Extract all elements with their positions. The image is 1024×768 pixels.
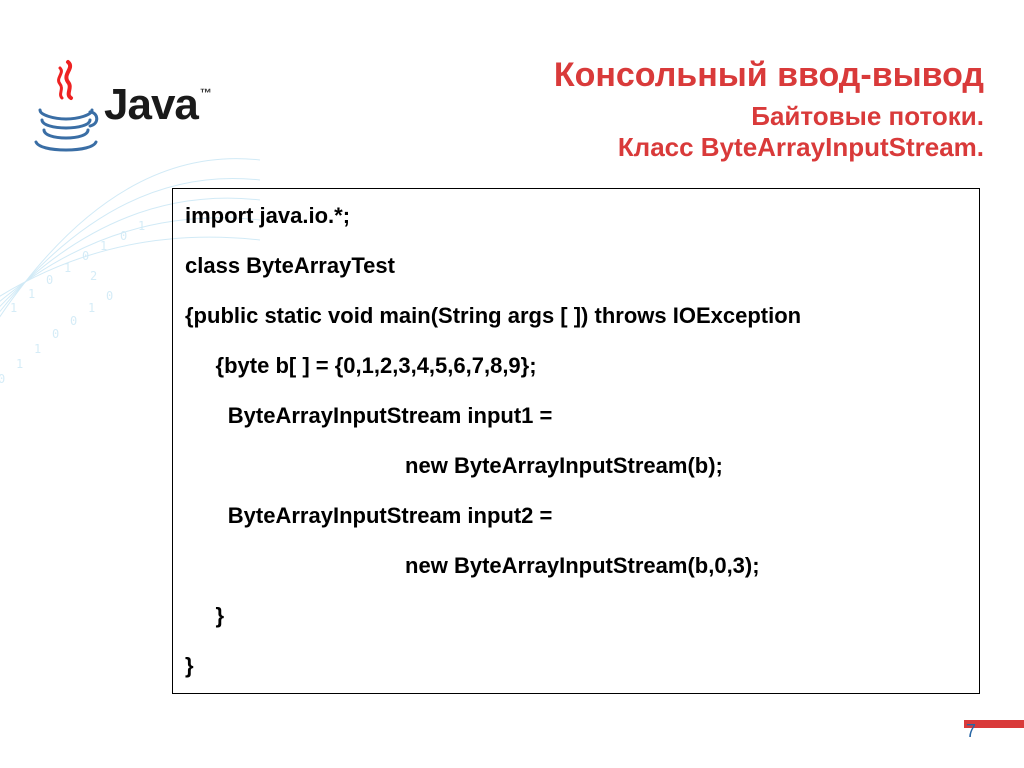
svg-text:0: 0 — [82, 249, 89, 263]
svg-text:1: 1 — [16, 357, 23, 371]
svg-text:1: 1 — [100, 239, 107, 253]
svg-text:2: 2 — [90, 269, 97, 283]
code-line: import java.io.*; — [185, 203, 967, 229]
code-line: } — [185, 653, 967, 679]
code-line: {byte b[ ] = {0,1,2,3,4,5,6,7,8,9}; — [185, 353, 967, 379]
code-line: new ByteArrayInputStream(b,0,3); — [185, 553, 967, 579]
svg-text:0: 0 — [70, 314, 77, 328]
svg-text:1: 1 — [28, 287, 35, 301]
svg-text:1: 1 — [88, 301, 95, 315]
code-line: ByteArrayInputStream input2 = — [185, 503, 967, 529]
code-line: new ByteArrayInputStream(b); — [185, 453, 967, 479]
logo-text: Java™ — [104, 80, 209, 130]
svg-text:1: 1 — [138, 219, 145, 233]
code-line: ByteArrayInputStream input1 = — [185, 403, 967, 429]
java-logo: Java™ — [30, 58, 209, 152]
title-sub-2: Класс ByteArrayInputStream. — [380, 132, 984, 163]
page-number: 7 — [966, 721, 976, 742]
code-line: class ByteArrayTest — [185, 253, 967, 279]
code-box: import java.io.*; class ByteArrayTest {p… — [172, 188, 980, 694]
slide-title: Консольный ввод-вывод Байтовые потоки. К… — [380, 56, 984, 163]
java-cup-icon — [30, 58, 102, 152]
code-line: } — [185, 603, 967, 629]
svg-text:0: 0 — [46, 273, 53, 287]
svg-text:0: 0 — [106, 289, 113, 303]
svg-text:1: 1 — [10, 301, 17, 315]
code-line: {public static void main(String args [ ]… — [185, 303, 967, 329]
svg-text:0: 0 — [120, 229, 127, 243]
logo-word: Java — [104, 80, 198, 129]
title-sub-1: Байтовые потоки. — [380, 101, 984, 132]
logo-trademark: ™ — [200, 86, 211, 100]
svg-text:1: 1 — [34, 342, 41, 356]
svg-text:1: 1 — [64, 261, 71, 275]
title-main: Консольный ввод-вывод — [380, 56, 984, 95]
svg-text:0: 0 — [0, 372, 5, 386]
svg-text:0: 0 — [52, 327, 59, 341]
